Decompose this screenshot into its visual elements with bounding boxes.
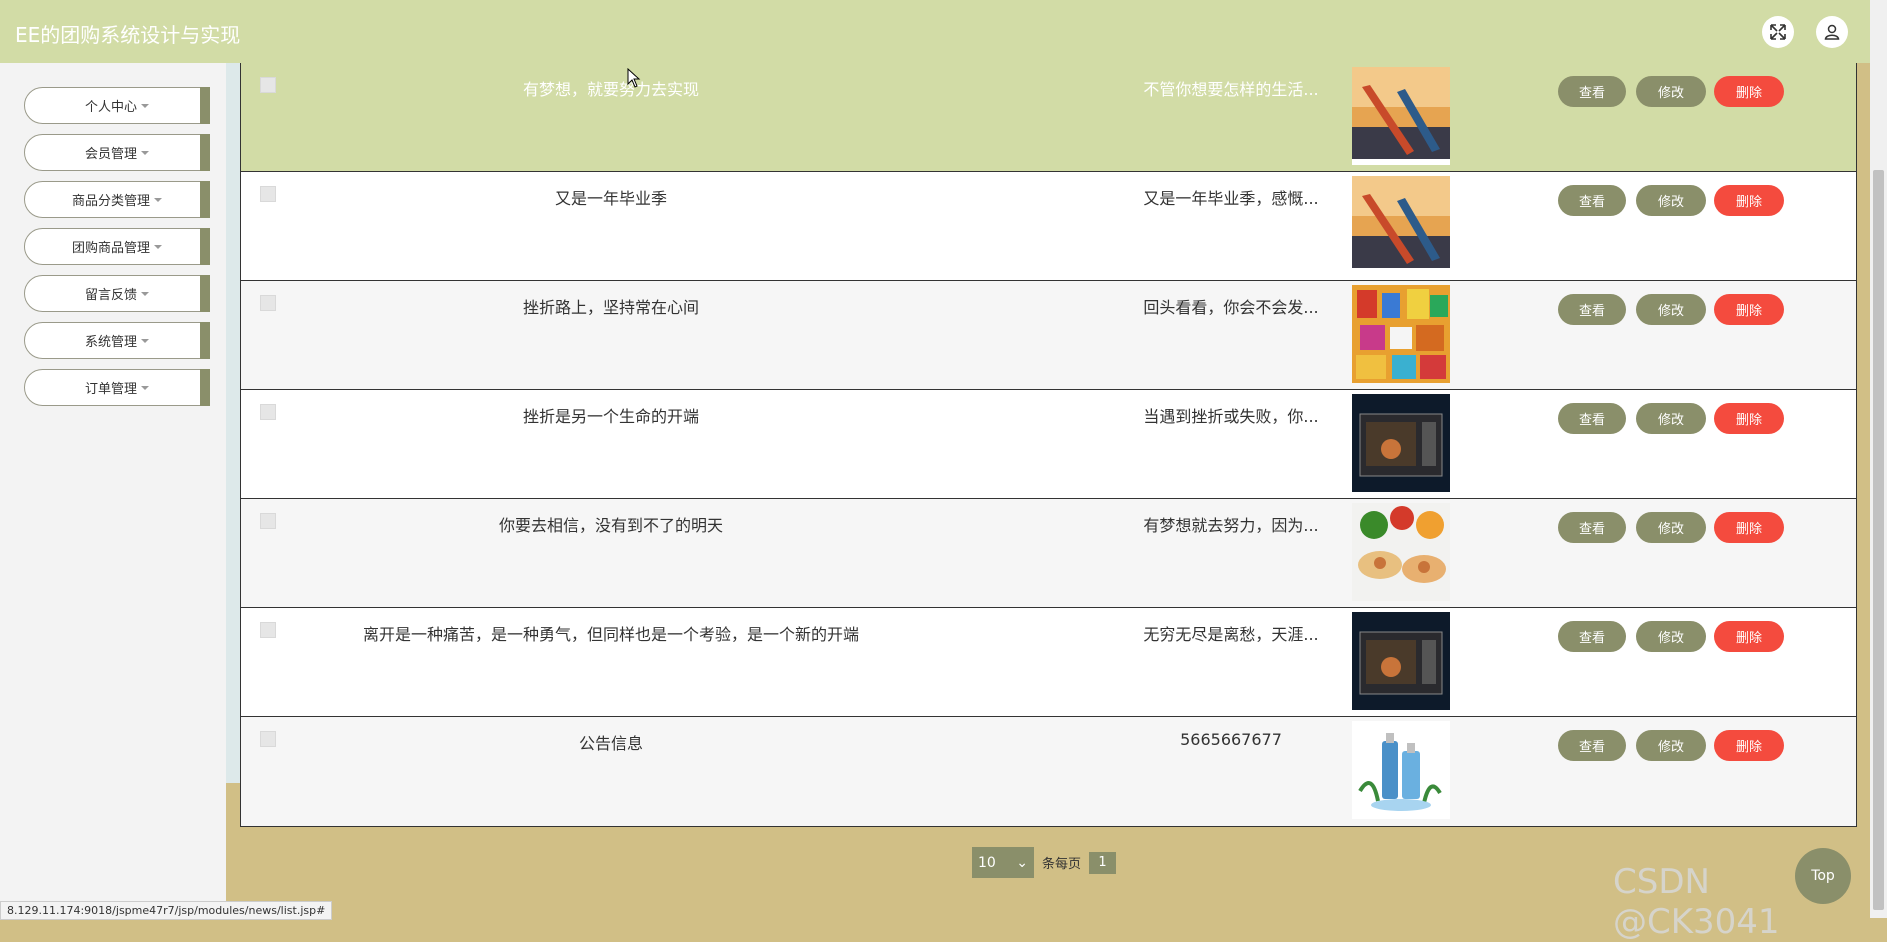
table-row: 你要去相信，没有到不了的明天 有梦想就去努力，因为... 查看 修改 删除 [241,499,1856,608]
row-checkbox[interactable] [260,77,276,93]
table-row: 挫折路上，坚持常在心间 回头看看，你会不会发... 查看 修改 删除 [241,281,1856,390]
row-title: 有梦想，就要努力去实现 [522,80,699,99]
edit-button[interactable]: 修改 [1636,621,1706,652]
snacks-photo [1352,285,1450,383]
page-size-value: 10 [978,854,996,871]
delete-button[interactable]: 删除 [1714,403,1784,434]
caret-down-icon [141,103,149,108]
main-content: 有梦想，就要努力去实现 不管你想要怎样的生活... 查看 修改 删除 又是一年毕… [240,62,1857,828]
edit-button[interactable]: 修改 [1636,730,1706,761]
page-number-1[interactable]: 1 [1089,851,1117,874]
caret-down-icon [141,291,149,296]
watermark: CSDN @CK3041 [1613,862,1780,942]
kayak-photo [1352,176,1450,274]
food-photo [1352,503,1450,601]
edit-button[interactable]: 修改 [1636,185,1706,216]
row-checkbox[interactable] [260,404,276,420]
delete-button[interactable]: 删除 [1714,621,1784,652]
caret-down-icon [141,150,149,155]
sidebar-item-label: 订单管理 [84,382,137,397]
user-icon [1824,24,1840,40]
table-row: 离开是一种痛苦，是一种勇气，但同样也是一个考验，是一个新的开端 无穷无尽是离愁，… [241,608,1856,717]
delete-button[interactable]: 删除 [1714,512,1784,543]
row-title: 挫折是另一个生命的开端 [522,407,699,426]
table-row: 挫折是另一个生命的开端 当遇到挫折或失败，你... 查看 修改 删除 [241,390,1856,499]
row-checkbox[interactable] [260,295,276,311]
row-intro: 不管你想要怎样的生活... [1143,80,1319,99]
caret-down-icon [141,338,149,343]
edit-button[interactable]: 修改 [1636,512,1706,543]
pagination: 10 ⌄ 条每页 1 [972,847,1117,878]
row-intro: 又是一年毕业季，感慨... [1143,189,1319,208]
row-checkbox[interactable] [260,513,276,529]
table-row: 公告信息 5665667677 查看 修改 删除 [241,717,1856,826]
delete-button[interactable]: 删除 [1714,185,1784,216]
view-button[interactable]: 查看 [1558,294,1626,325]
row-intro: 回头看看，你会不会发... [1143,298,1319,317]
sidebar-item-group-products[interactable]: 团购商品管理 [24,228,210,265]
table-row: 有梦想，就要努力去实现 不管你想要怎样的生活... 查看 修改 删除 [241,63,1856,172]
scrollbar[interactable] [1870,0,1887,918]
row-checkbox[interactable] [260,731,276,747]
sidebar-item-label: 系统管理 [84,335,137,350]
row-title: 公告信息 [578,734,643,753]
caret-down-icon [154,244,162,249]
cosmetics-photo [1352,721,1450,819]
sidebar-item-feedback[interactable]: 留言反馈 [24,275,210,312]
sidebar-item-label: 会员管理 [84,147,137,162]
sidebar-item-members[interactable]: 会员管理 [24,134,210,171]
scrollbar-thumb[interactable] [1873,170,1884,910]
row-intro: 5665667677 [1180,730,1282,749]
edit-button[interactable]: 修改 [1636,294,1706,325]
row-title: 又是一年毕业季 [554,189,667,208]
status-bar-url: 8.129.11.174:9018/jspme47r7/jsp/modules/… [0,901,333,920]
caret-down-icon [154,197,162,202]
view-button[interactable]: 查看 [1558,185,1626,216]
sidebar: 个人中心 会员管理 商品分类管理 团购商品管理 留言反馈 系统管理 订单管理 [0,63,226,903]
row-title: 离开是一种痛苦，是一种勇气，但同样也是一个考验，是一个新的开端 [362,625,859,644]
view-button[interactable]: 查看 [1558,512,1626,543]
row-checkbox[interactable] [260,622,276,638]
edit-button[interactable]: 修改 [1636,403,1706,434]
top-bar: EE的团购系统设计与实现 [0,0,1870,63]
row-intro: 有梦想就去努力，因为... [1143,516,1319,535]
sidebar-item-system[interactable]: 系统管理 [24,322,210,359]
mouse-cursor-icon [627,68,641,88]
sidebar-item-categories[interactable]: 商品分类管理 [24,181,210,218]
chevron-down-icon: ⌄ [1016,854,1028,871]
row-intro: 当遇到挫折或失败，你... [1143,407,1319,426]
row-intro: 无穷无尽是离愁，天涯... [1143,625,1319,644]
sidebar-item-label: 团购商品管理 [71,241,150,256]
microwave-photo [1352,612,1450,710]
per-page-label: 条每页 [1042,857,1082,872]
kayak-photo [1352,67,1450,165]
microwave-photo [1352,394,1450,492]
sidebar-item-orders[interactable]: 订单管理 [24,369,210,406]
user-button[interactable] [1816,16,1848,48]
sidebar-item-label: 留言反馈 [84,288,137,303]
table-row: 又是一年毕业季 又是一年毕业季，感慨... 查看 修改 删除 [241,172,1856,281]
edit-button[interactable]: 修改 [1636,76,1706,107]
view-button[interactable]: 查看 [1558,621,1626,652]
sidebar-item-personal-center[interactable]: 个人中心 [24,87,210,124]
delete-button[interactable]: 删除 [1714,294,1784,325]
sidebar-decoration [226,63,240,783]
view-button[interactable]: 查看 [1558,730,1626,761]
row-title: 你要去相信，没有到不了的明天 [498,516,723,535]
app-title: EE的团购系统设计与实现 [15,23,241,47]
sidebar-item-label: 个人中心 [84,100,137,115]
view-button[interactable]: 查看 [1558,403,1626,434]
row-checkbox[interactable] [260,186,276,202]
row-title: 挫折路上，坚持常在心间 [522,298,699,317]
caret-down-icon [141,385,149,390]
page-size-select[interactable]: 10 ⌄ [972,847,1034,878]
fullscreen-button[interactable] [1762,16,1794,48]
news-table: 有梦想，就要努力去实现 不管你想要怎样的生活... 查看 修改 删除 又是一年毕… [240,62,1857,827]
view-button[interactable]: 查看 [1558,76,1626,107]
delete-button[interactable]: 删除 [1714,76,1784,107]
delete-button[interactable]: 删除 [1714,730,1784,761]
expand-icon [1770,24,1786,40]
sidebar-item-label: 商品分类管理 [71,194,150,209]
